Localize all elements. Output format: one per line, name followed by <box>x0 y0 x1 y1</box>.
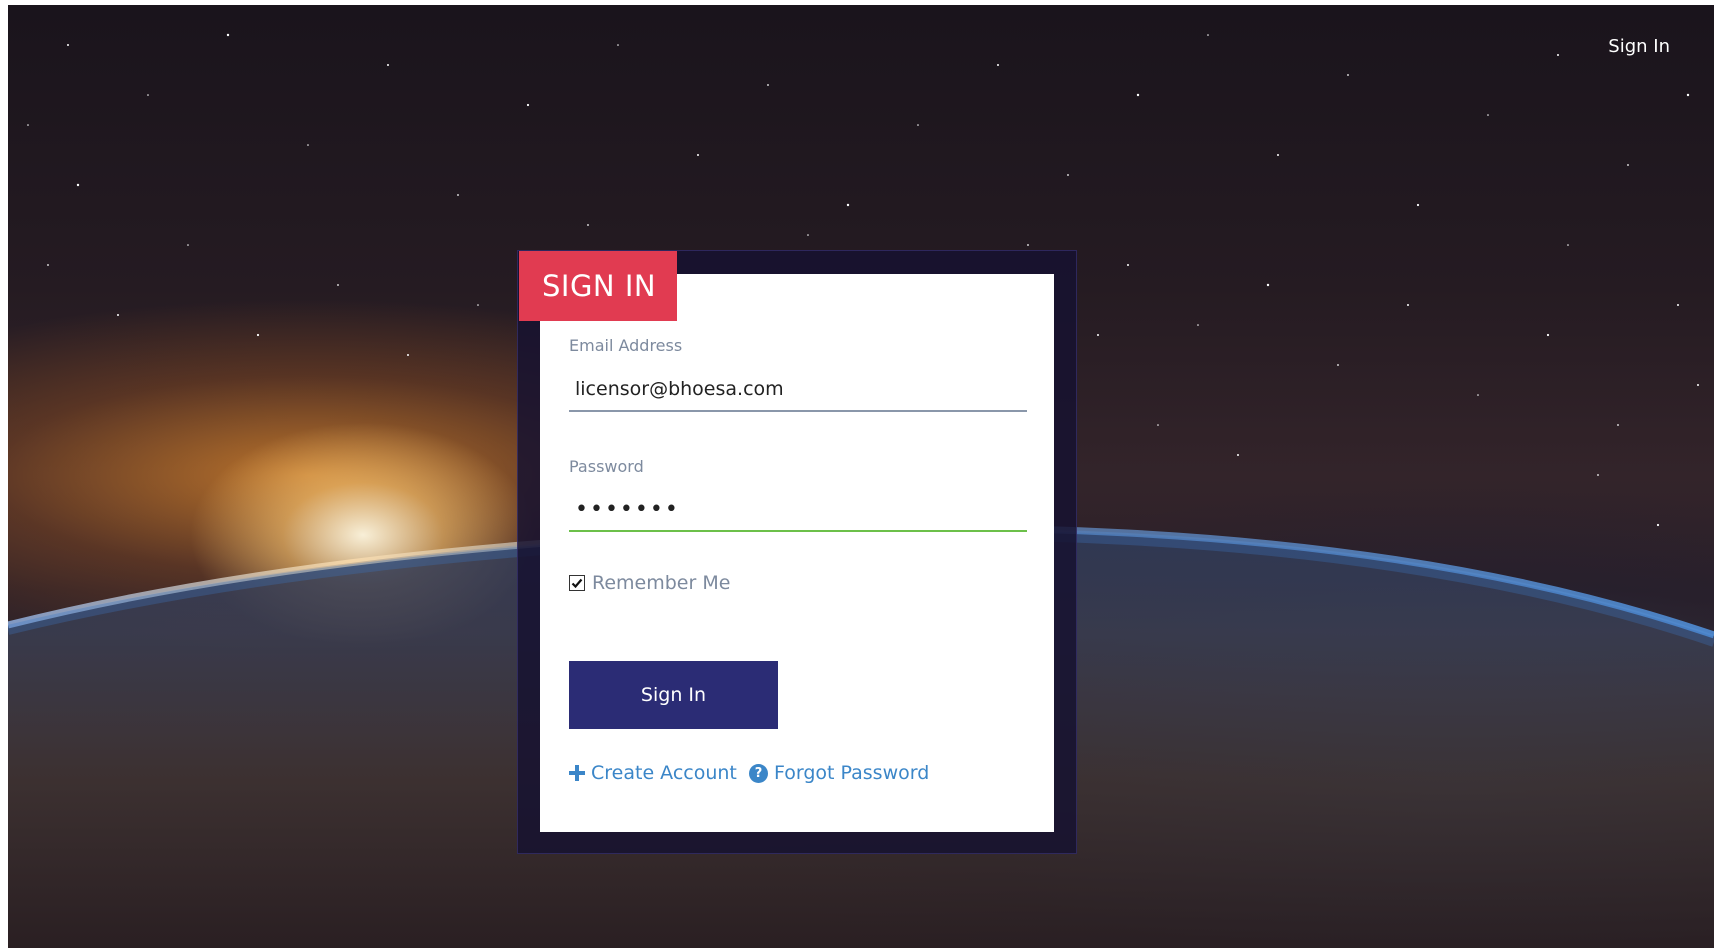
nav-signin-link[interactable]: Sign In <box>1608 36 1670 57</box>
create-account-link[interactable]: Create Account <box>569 762 737 784</box>
signin-button[interactable]: Sign In <box>569 661 778 729</box>
checkmark-icon <box>571 578 583 589</box>
remember-label: Remember Me <box>592 572 731 594</box>
forgot-password-link[interactable]: ? Forgot Password <box>749 762 929 784</box>
email-label: Email Address <box>569 336 683 355</box>
forgot-password-label: Forgot Password <box>774 762 930 784</box>
question-circle-icon: ? <box>749 763 768 783</box>
email-field[interactable] <box>569 368 1027 412</box>
password-field[interactable] <box>569 488 1027 532</box>
remember-checkbox[interactable] <box>569 575 585 591</box>
page: Sign In SIGN IN Email Address Password R… <box>0 0 1714 948</box>
plus-icon <box>569 765 585 781</box>
remember-me[interactable]: Remember Me <box>569 572 730 594</box>
signin-card <box>540 274 1054 832</box>
form-title: SIGN IN <box>519 251 677 321</box>
create-account-label: Create Account <box>591 762 737 784</box>
password-label: Password <box>569 457 644 476</box>
